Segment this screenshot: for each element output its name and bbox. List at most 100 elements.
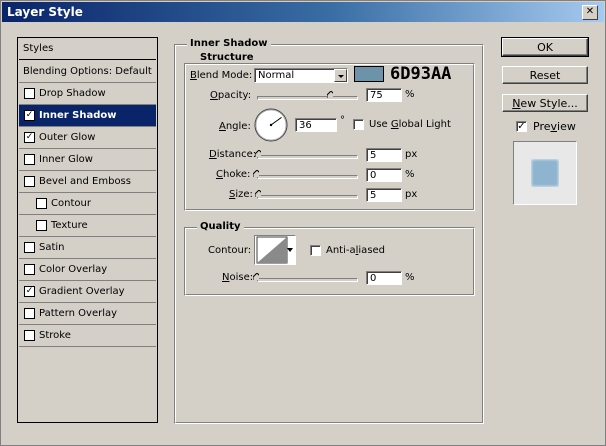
style-item[interactable]: Contour	[19, 193, 156, 215]
blend-mode-value: Normal	[258, 70, 295, 81]
distance-unit: px	[405, 149, 418, 160]
style-item[interactable]: Bevel and Emboss	[19, 171, 156, 193]
global-light-label: Use Global Light	[369, 119, 451, 130]
styles-list: Styles Blending Options: Default Drop Sha…	[17, 37, 158, 423]
style-item[interactable]: Texture	[19, 215, 156, 237]
style-item[interactable]: Color Overlay	[19, 259, 156, 281]
preview-label: Preview	[533, 120, 576, 133]
close-icon[interactable]: ✕	[582, 5, 598, 20]
size-input[interactable]: 5	[366, 188, 402, 202]
structure-group	[184, 63, 475, 211]
color-hex-text: 6D93AA	[390, 64, 452, 84]
opacity-slider-thumb[interactable]	[327, 91, 334, 98]
style-item-checkbox[interactable]	[24, 264, 35, 275]
choke-unit: %	[405, 169, 415, 180]
style-item[interactable]: Drop Shadow	[19, 83, 156, 105]
contour-picker[interactable]	[254, 235, 296, 265]
style-item[interactable]: Inner Glow	[19, 149, 156, 171]
angle-unit: °	[340, 115, 345, 126]
style-item-checkbox[interactable]	[36, 198, 47, 209]
new-style-button[interactable]: New Style...	[502, 94, 588, 112]
noise-unit: %	[405, 272, 415, 283]
chevron-down-icon[interactable]	[286, 246, 294, 254]
choke-slider-thumb[interactable]	[253, 170, 259, 177]
layer-style-dialog: Layer Style ✕ Styles Blending Options: D…	[0, 0, 606, 446]
style-item[interactable]: Satin	[19, 237, 156, 259]
style-item-checkbox[interactable]	[36, 220, 47, 231]
distance-input[interactable]: 5	[366, 148, 402, 162]
style-item-label: Drop Shadow	[39, 88, 106, 99]
style-item-checkbox[interactable]	[24, 242, 35, 253]
opacity-slider-track[interactable]	[257, 96, 358, 100]
opacity-label: Opacity:	[210, 90, 252, 101]
style-item[interactable]: Stroke	[19, 325, 156, 347]
style-item-checkbox[interactable]	[24, 88, 35, 99]
style-item-label: Color Overlay	[39, 264, 108, 275]
style-item-label: Blending Options: Default	[23, 66, 152, 77]
inner-shadow-title: Inner Shadow	[187, 38, 271, 49]
style-item-label: Inner Shadow	[39, 110, 117, 121]
style-item-checkbox[interactable]	[24, 176, 35, 187]
title-bar[interactable]: Layer Style ✕	[2, 2, 604, 22]
style-item-label: Stroke	[39, 330, 71, 341]
noise-slider-track[interactable]	[257, 278, 358, 282]
style-item-checkbox[interactable]	[24, 330, 35, 341]
chevron-down-icon[interactable]	[334, 69, 347, 82]
style-item-label: Bevel and Emboss	[39, 176, 131, 187]
noise-slider-thumb[interactable]	[253, 273, 259, 280]
preview-checkbox[interactable]: ✓	[516, 121, 527, 132]
style-item-checkbox[interactable]: ✓	[24, 132, 35, 143]
style-item-label: Outer Glow	[39, 132, 96, 143]
opacity-unit: %	[405, 89, 415, 100]
angle-label: Angle:	[219, 121, 251, 132]
blend-mode-select[interactable]: Normal	[254, 68, 348, 83]
opacity-input[interactable]: 75	[366, 88, 402, 102]
quality-group	[184, 227, 475, 296]
distance-slider-thumb[interactable]	[254, 150, 261, 157]
new-style-label: New Style...	[512, 97, 578, 110]
style-item-checkbox[interactable]: ✓	[24, 110, 35, 121]
choke-slider-track[interactable]	[257, 175, 358, 179]
reset-button[interactable]: Reset	[502, 66, 588, 84]
anti-aliased-label: Anti-aliased	[326, 245, 386, 256]
style-item[interactable]: Blending Options: Default	[19, 61, 156, 83]
style-item-label: Pattern Overlay	[39, 308, 118, 319]
style-item-checkbox[interactable]: ✓	[24, 286, 35, 297]
style-item[interactable]: ✓ Outer Glow	[19, 127, 156, 149]
size-unit: px	[405, 189, 418, 200]
style-item-label: Texture	[51, 220, 88, 231]
choke-input[interactable]: 0	[366, 168, 402, 182]
noise-input[interactable]: 0	[366, 271, 402, 285]
style-item-label: Inner Glow	[39, 154, 93, 165]
contour-preview-icon	[256, 236, 288, 264]
preview-thumbnail	[513, 141, 577, 205]
size-slider-thumb[interactable]	[254, 190, 261, 197]
ok-button[interactable]: OK	[501, 37, 589, 57]
structure-title: Structure	[197, 52, 257, 63]
style-item-label: Contour	[51, 198, 91, 209]
quality-title: Quality	[197, 221, 244, 232]
style-item-label: Gradient Overlay	[39, 286, 125, 297]
choke-label: Choke:	[216, 169, 251, 180]
dialog-title: Layer Style	[7, 5, 83, 19]
angle-input[interactable]: 36	[295, 118, 337, 132]
style-item[interactable]: ✓ Gradient Overlay	[19, 281, 156, 303]
noise-label: Noise:	[222, 272, 254, 283]
style-item-checkbox[interactable]	[24, 308, 35, 319]
style-item-checkbox[interactable]	[24, 154, 35, 165]
anti-aliased-checkbox[interactable]	[310, 245, 321, 256]
shadow-color-swatch[interactable]	[354, 66, 384, 82]
style-item[interactable]: Pattern Overlay	[19, 303, 156, 325]
distance-label: Distance:	[209, 149, 257, 160]
size-slider-track[interactable]	[257, 195, 358, 199]
size-label: Size:	[229, 189, 253, 200]
distance-slider-track[interactable]	[257, 155, 358, 159]
style-item[interactable]: ✓ Inner Shadow	[19, 105, 156, 127]
styles-header-label: Styles	[23, 43, 54, 54]
styles-header[interactable]: Styles	[19, 38, 156, 60]
contour-label: Contour:	[208, 245, 252, 256]
preview-swatch	[531, 159, 559, 187]
angle-dial[interactable]	[253, 107, 289, 143]
global-light-checkbox[interactable]	[353, 119, 364, 130]
style-item-label: Satin	[39, 242, 65, 253]
